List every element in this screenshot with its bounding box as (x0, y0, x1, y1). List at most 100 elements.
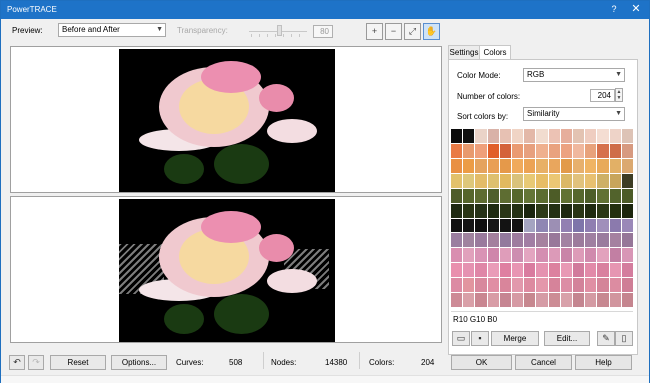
palette-swatch[interactable] (548, 218, 560, 233)
palette-swatch[interactable] (475, 218, 487, 233)
palette-swatch[interactable] (597, 233, 609, 248)
palette-swatch[interactable] (499, 248, 511, 263)
palette-swatch[interactable] (487, 233, 499, 248)
palette-swatch[interactable] (560, 158, 572, 173)
palette-swatch[interactable] (499, 263, 511, 278)
pan-button[interactable]: ✋ (423, 23, 440, 40)
title-close-button[interactable]: ✕ (629, 3, 643, 16)
palette-swatch[interactable] (487, 278, 499, 293)
palette-swatch[interactable] (499, 188, 511, 203)
undo-button[interactable]: ↶ (9, 355, 25, 370)
palette-swatch[interactable] (536, 263, 548, 278)
palette-swatch[interactable] (597, 203, 609, 218)
palette-swatch[interactable] (487, 248, 499, 263)
palette-swatch[interactable] (487, 263, 499, 278)
palette-swatch[interactable] (487, 293, 499, 307)
palette-swatch[interactable] (499, 129, 511, 143)
palette-swatch[interactable] (560, 263, 572, 278)
palette-swatch[interactable] (536, 143, 548, 158)
palette-swatch[interactable] (524, 158, 536, 173)
palette-swatch[interactable] (451, 278, 463, 293)
palette-swatch[interactable] (451, 129, 463, 143)
palette-swatch[interactable] (475, 129, 487, 143)
palette-swatch[interactable] (621, 248, 633, 263)
palette-swatch[interactable] (475, 278, 487, 293)
palette-swatch[interactable] (572, 233, 585, 248)
palette-swatch[interactable] (475, 143, 487, 158)
palette-swatch[interactable] (585, 129, 597, 143)
palette-swatch[interactable] (585, 218, 597, 233)
number-of-colors-stepper[interactable]: ▲ ▼ (615, 88, 623, 102)
palette-swatch[interactable] (463, 233, 475, 248)
palette-swatch[interactable] (499, 218, 511, 233)
palette-swatch[interactable] (621, 158, 633, 173)
palette-swatch[interactable] (560, 293, 572, 307)
palette-swatch[interactable] (609, 233, 621, 248)
palette-swatch[interactable] (585, 143, 597, 158)
palette-swatch[interactable] (463, 278, 475, 293)
palette-swatch[interactable] (499, 278, 511, 293)
palette-swatch[interactable] (560, 218, 572, 233)
transparency-value-field[interactable]: 80 (313, 25, 333, 38)
palette-swatch[interactable] (597, 278, 609, 293)
palette-swatch[interactable] (597, 173, 609, 188)
palette-swatch[interactable] (451, 203, 463, 218)
palette-swatch[interactable] (572, 278, 585, 293)
palette-swatch[interactable] (463, 263, 475, 278)
palette-swatch[interactable] (609, 143, 621, 158)
palette-swatch[interactable] (621, 293, 633, 307)
palette-swatch[interactable] (597, 158, 609, 173)
palette-swatch[interactable] (487, 188, 499, 203)
palette-swatch[interactable] (609, 218, 621, 233)
preview-dropdown[interactable]: Before and After ▼ (58, 23, 166, 37)
palette-swatch[interactable] (451, 293, 463, 307)
palette-swatch[interactable] (511, 218, 524, 233)
palette-swatch[interactable] (524, 248, 536, 263)
palette-swatch[interactable] (475, 248, 487, 263)
palette-swatch[interactable] (548, 263, 560, 278)
palette-swatch[interactable] (475, 173, 487, 188)
palette-swatch[interactable] (560, 143, 572, 158)
palette-swatch[interactable] (451, 143, 463, 158)
palette-swatch[interactable] (609, 158, 621, 173)
palette-swatch[interactable] (585, 278, 597, 293)
palette-swatch[interactable] (609, 248, 621, 263)
palette-swatch[interactable] (621, 278, 633, 293)
palette-swatch[interactable] (463, 188, 475, 203)
palette-swatch[interactable] (511, 293, 524, 307)
palette-swatch[interactable] (524, 293, 536, 307)
palette-swatch[interactable] (585, 158, 597, 173)
palette-swatch[interactable] (475, 263, 487, 278)
palette-swatch[interactable] (524, 173, 536, 188)
palette-swatch[interactable] (609, 129, 621, 143)
palette-swatch[interactable] (548, 278, 560, 293)
palette-swatch[interactable] (511, 203, 524, 218)
palette-swatch[interactable] (463, 129, 475, 143)
palette-swatch[interactable] (597, 263, 609, 278)
palette-swatch[interactable] (572, 263, 585, 278)
color-mode-dropdown[interactable]: RGB ▼ (523, 68, 625, 82)
palette-swatch[interactable] (511, 278, 524, 293)
palette-swatch[interactable] (572, 143, 585, 158)
palette-swatch[interactable] (511, 248, 524, 263)
palette-swatch[interactable] (463, 293, 475, 307)
palette-swatch[interactable] (572, 173, 585, 188)
palette-swatch[interactable] (475, 233, 487, 248)
palette-swatch[interactable] (487, 173, 499, 188)
palette-swatch[interactable] (560, 233, 572, 248)
zoom-in-button[interactable]: + (366, 23, 383, 40)
palette-swatch[interactable] (548, 293, 560, 307)
palette-swatch[interactable] (609, 188, 621, 203)
palette-swatch[interactable] (621, 173, 633, 188)
palette-swatch[interactable] (487, 158, 499, 173)
palette-swatch[interactable] (499, 158, 511, 173)
tab-colors[interactable]: Colors (479, 45, 511, 60)
palette-swatch[interactable] (487, 203, 499, 218)
palette-swatch[interactable] (487, 218, 499, 233)
palette-swatch[interactable] (463, 203, 475, 218)
palette-swatch[interactable] (572, 248, 585, 263)
palette-swatch[interactable] (487, 143, 499, 158)
preview-before-pane[interactable] (10, 46, 442, 193)
palette-swatch[interactable] (597, 129, 609, 143)
palette-swatch[interactable] (572, 293, 585, 307)
